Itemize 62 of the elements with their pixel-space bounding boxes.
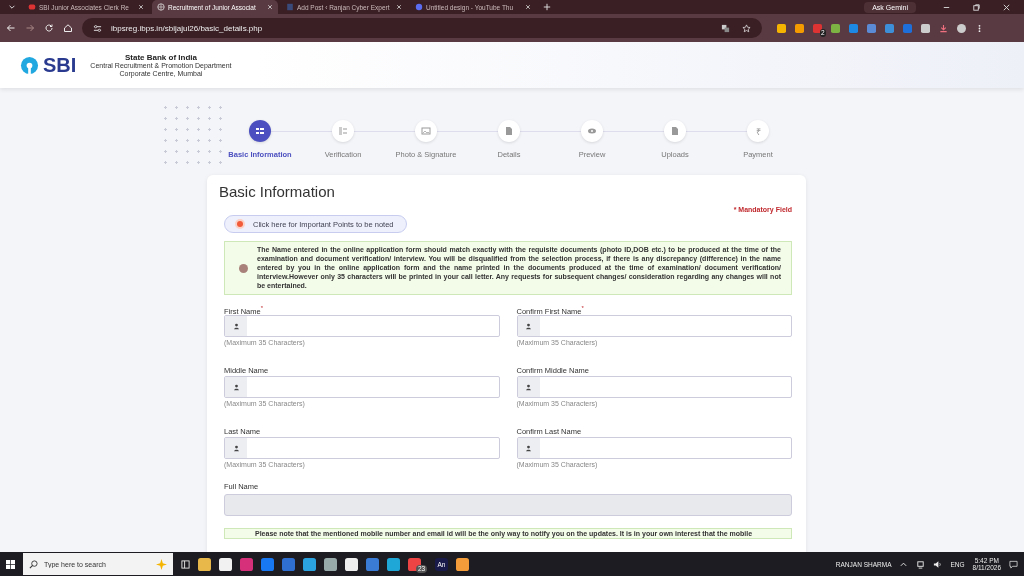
logo-text: SBI (43, 53, 77, 77)
user-icon (525, 444, 532, 452)
user-icon (232, 444, 240, 452)
page-icon (286, 3, 294, 11)
text-field[interactable] (224, 376, 500, 399)
dot-icon (237, 221, 243, 227)
user-icon (232, 322, 240, 330)
dot-icon (239, 263, 248, 273)
user-icon (525, 383, 532, 391)
site-settings-icon[interactable] (93, 23, 102, 33)
app-icon[interactable] (303, 557, 316, 571)
sparkle-icon (156, 558, 167, 570)
close-icon[interactable] (396, 4, 402, 10)
text-field[interactable] (516, 315, 792, 338)
app-icon[interactable] (387, 557, 400, 571)
step-circle[interactable] (498, 120, 520, 142)
app-icon[interactable] (198, 557, 211, 571)
speaker-icon[interactable] (933, 559, 943, 569)
translate-icon[interactable] (721, 23, 730, 33)
windows-icon[interactable] (6, 559, 15, 569)
text-field[interactable] (516, 437, 792, 460)
new-tab-icon[interactable] (543, 3, 551, 11)
task-view-icon[interactable] (181, 559, 190, 569)
close-icon[interactable] (525, 4, 531, 10)
eye-icon (587, 126, 597, 136)
back-icon[interactable] (6, 23, 16, 33)
checklist-icon (338, 126, 348, 136)
user-icon (232, 383, 240, 391)
network-icon[interactable] (916, 559, 926, 569)
form-title: Basic Information (219, 183, 336, 200)
search-icon (29, 559, 38, 569)
close-icon[interactable] (267, 4, 273, 10)
star-icon[interactable] (742, 23, 751, 33)
step-circle[interactable] (664, 120, 686, 142)
text-field[interactable] (224, 437, 500, 460)
circle-icon (415, 3, 423, 11)
step-circle[interactable] (249, 120, 271, 142)
app-icon[interactable] (456, 557, 469, 571)
reload-icon[interactable] (44, 23, 54, 33)
app-icon[interactable] (345, 557, 358, 571)
profile-icon[interactable] (957, 23, 966, 33)
notification-icon[interactable] (1009, 559, 1018, 569)
user-icon (525, 322, 532, 330)
globe-icon (157, 3, 165, 11)
text-field[interactable] (224, 315, 500, 338)
bank-name: State Bank of India (124, 52, 197, 62)
close-icon[interactable] (1002, 2, 1011, 12)
app-icon[interactable] (219, 557, 232, 571)
document-icon (670, 126, 680, 136)
download-icon[interactable] (939, 23, 948, 33)
close-icon[interactable] (138, 4, 144, 10)
chevron-down-icon[interactable] (8, 3, 16, 11)
list-icon (255, 126, 265, 136)
restore-icon[interactable] (972, 2, 981, 12)
document-icon (504, 126, 514, 136)
home-icon[interactable] (63, 23, 73, 33)
text-field[interactable] (516, 376, 792, 399)
image-icon (421, 126, 431, 136)
address-bar[interactable]: ibpsreg.ibps.in/sbijajul26/basic_details.php (82, 18, 762, 38)
step-circle[interactable] (581, 120, 603, 142)
app-icon[interactable] (324, 557, 337, 571)
sbi-logo-icon (20, 55, 39, 75)
